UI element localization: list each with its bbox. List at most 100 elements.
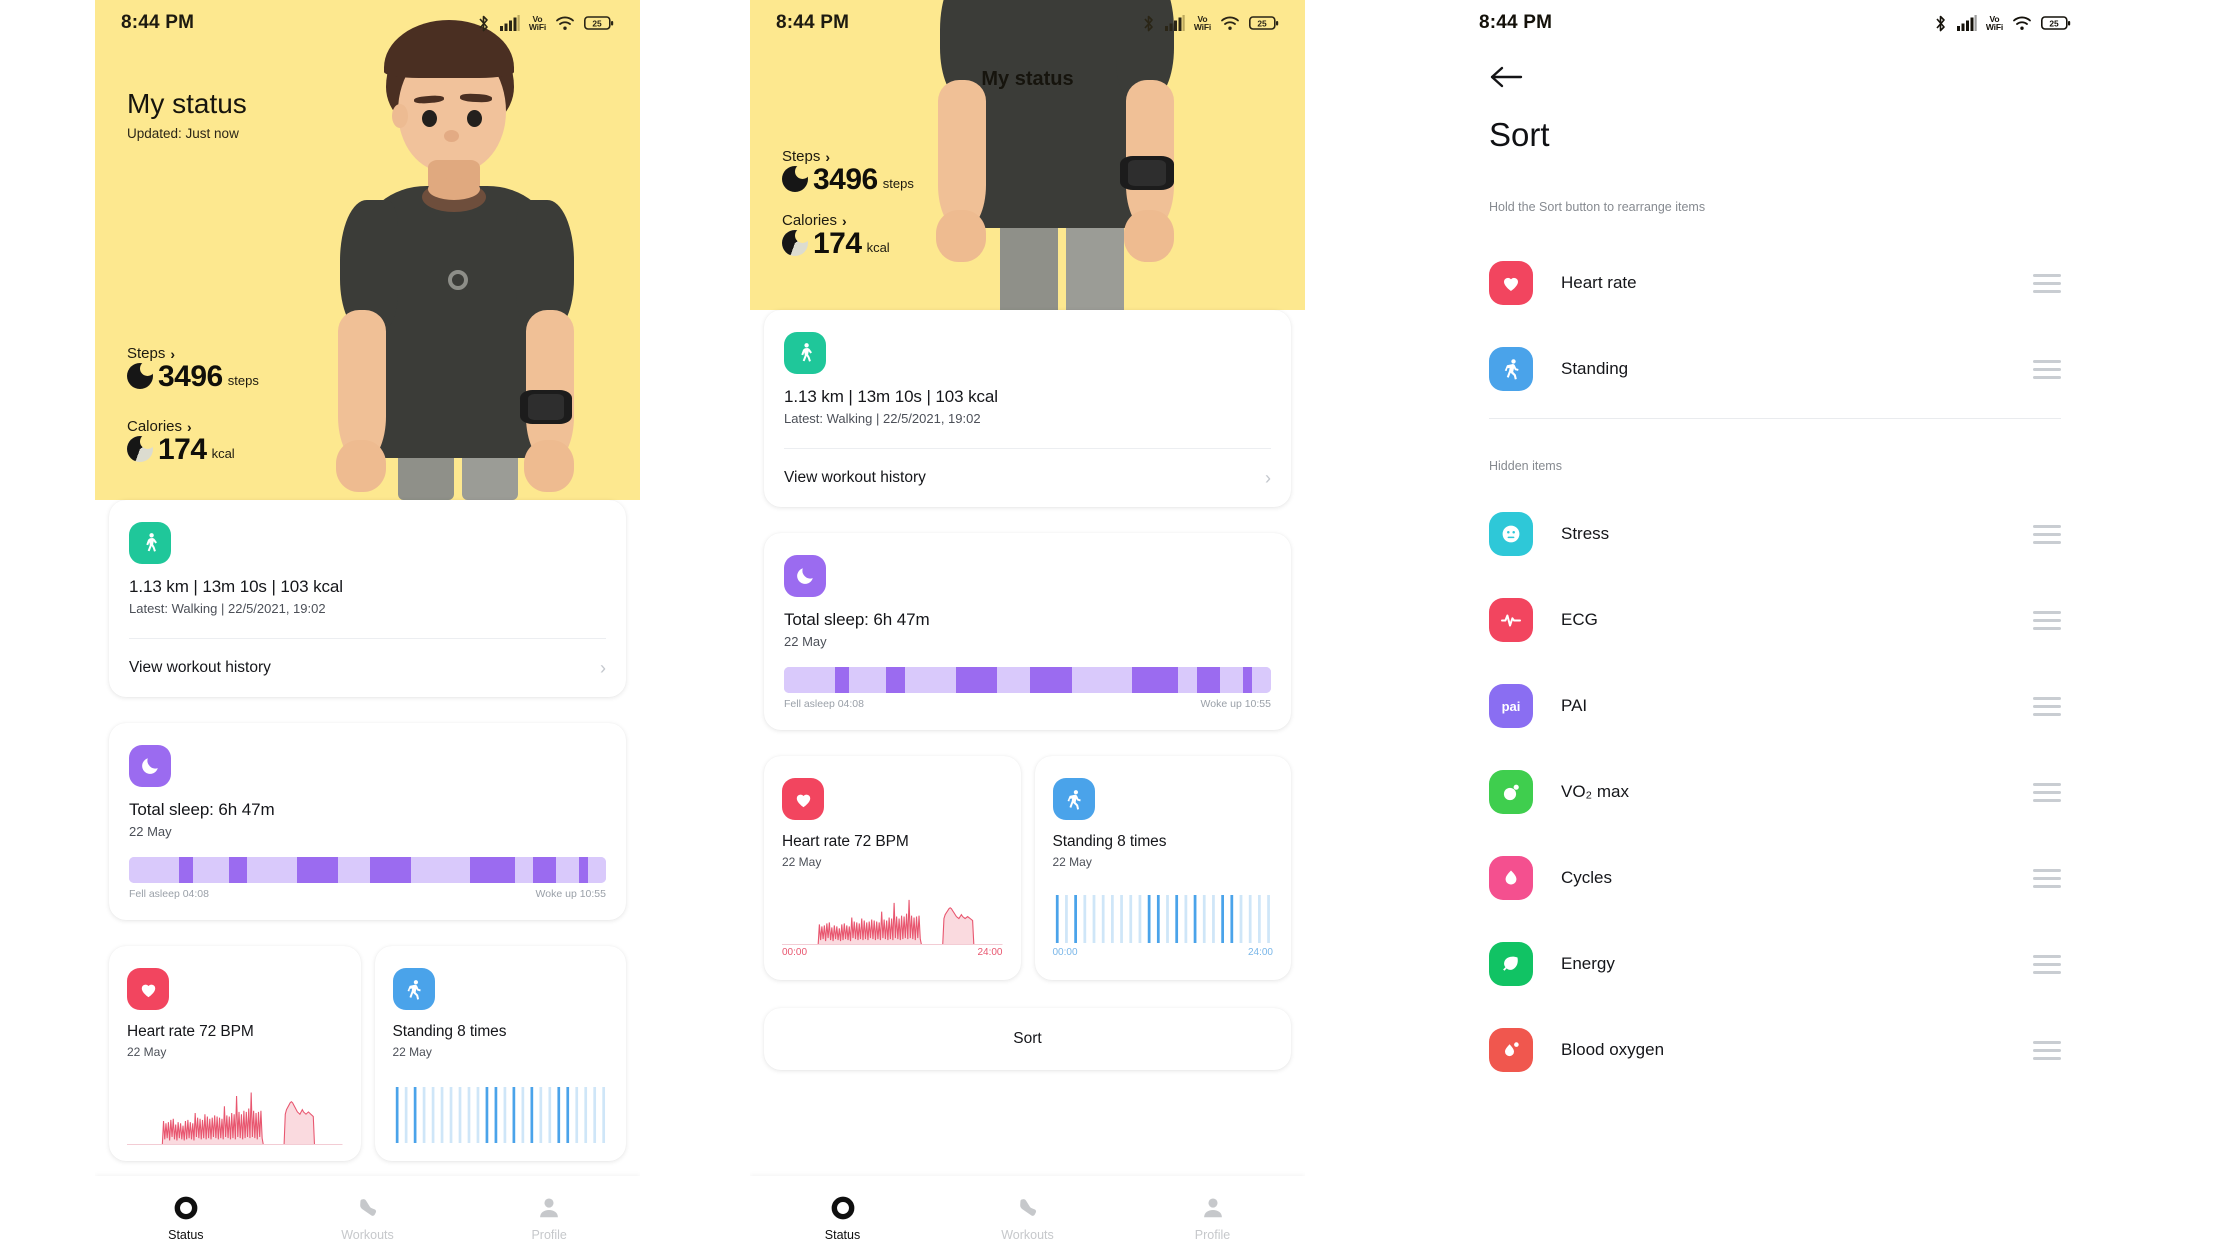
status-card-list: 1.13 km | 13m 10s | 103 kcal Latest: Wal… xyxy=(750,310,1305,1176)
bluetooth-icon xyxy=(1936,15,1945,31)
drag-handle-icon[interactable] xyxy=(2033,524,2061,544)
moon-icon xyxy=(129,745,171,787)
axis-start-label: 00:00 xyxy=(782,947,808,958)
hero-banner-2: 8:44 PM Vo WiFi 25 My status Steps › 349… xyxy=(750,0,1305,328)
standing-card[interactable]: Standing 8 times 22 May 00:00 24:00 xyxy=(1034,756,1291,980)
drag-handle-icon[interactable] xyxy=(2033,610,2061,630)
sleep-segment-deep xyxy=(835,667,849,693)
sort-list: Heart rate Standing Hidden items Stress EC… xyxy=(1489,240,2061,1093)
phone-screen-status: 8:44 PM Vo WiFi 25 My status Updated: Ju… xyxy=(95,0,640,1260)
nav-item-workouts[interactable]: Workouts xyxy=(277,1195,459,1242)
gutter-2-3 xyxy=(1305,0,1455,1260)
sleep-start-label: Fell asleep 04:08 xyxy=(784,698,864,710)
sort-row-label: Energy xyxy=(1561,954,1615,973)
workout-latest: Latest: Walking | 22/5/2021, 19:02 xyxy=(784,411,981,426)
sort-screen: 8:44 PM Vo WiFi 25 Sort Hold the Sort bu… xyxy=(1455,0,2095,1260)
sleep-segment-deep xyxy=(886,667,905,693)
sleep-stage-bar xyxy=(784,667,1271,693)
nav-label-profile: Profile xyxy=(1194,1227,1231,1242)
sort-hint-text: Hold the Sort button to rearrange items xyxy=(1489,200,1706,214)
drag-handle-icon[interactable] xyxy=(2033,696,2061,716)
standing-icon xyxy=(392,968,435,1010)
page-title: My status xyxy=(981,68,1074,90)
standing-value: Standing 8 times xyxy=(392,1023,507,1040)
sleep-stage-bar xyxy=(129,857,606,883)
heart-rate-date: 22 May xyxy=(127,1045,167,1059)
screenshot-stage: 8:44 PM Vo WiFi 25 My status Updated: Ju… xyxy=(0,0,2240,1260)
sort-button[interactable]: Sort xyxy=(764,1008,1291,1070)
nav-item-status[interactable]: Status xyxy=(95,1195,277,1242)
calories-ring-icon xyxy=(782,228,810,256)
metric-steps[interactable]: Steps › 3496 steps xyxy=(127,345,259,392)
nav-item-profile[interactable]: Profile xyxy=(1120,1195,1305,1242)
sort-row-ecg[interactable]: ECG xyxy=(1489,577,2061,663)
standing-axis: 00:00 24:00 xyxy=(1053,947,1274,958)
nav-item-workouts[interactable]: Workouts xyxy=(935,1195,1120,1242)
metric-steps[interactable]: Steps › 3496 steps xyxy=(782,148,914,195)
page-title: Sort xyxy=(1489,116,1550,153)
battery-icon: 25 xyxy=(584,16,614,30)
view-workout-history-link[interactable]: View workout history › xyxy=(129,639,606,697)
sort-row-cycles[interactable]: Cycles xyxy=(1489,835,2061,921)
sleep-segment-deep xyxy=(228,857,248,883)
heart-rate-card[interactable]: Heart rate 72 BPM 22 May 00:00 24:00 xyxy=(764,756,1021,980)
drag-handle-icon[interactable] xyxy=(2033,359,2061,379)
status-card-list: 1.13 km | 13m 10s | 103 kcal Latest: Wal… xyxy=(95,500,640,1176)
sort-row-blood-oxygen[interactable]: Blood oxygen xyxy=(1489,1007,2061,1093)
nav-label-profile: Profile xyxy=(531,1227,567,1242)
hero-banner-1: 8:44 PM Vo WiFi 25 My status Updated: Ju… xyxy=(95,0,640,500)
standing-card[interactable]: Standing 8 times 22 May xyxy=(374,946,626,1161)
sort-row-vo-max[interactable]: VO₂ max xyxy=(1489,749,2061,835)
sort-row-heart-rate[interactable]: Heart rate xyxy=(1489,240,2061,326)
chevron-right-icon: › xyxy=(825,148,831,165)
sort-row-standing[interactable]: Standing xyxy=(1489,326,2061,412)
drag-handle-icon[interactable] xyxy=(2033,273,2061,293)
sleep-segment-deep xyxy=(955,667,998,693)
sleep-date: 22 May xyxy=(784,634,827,649)
shoe-icon xyxy=(359,1198,376,1216)
sort-row-energy[interactable]: Energy xyxy=(1489,921,2061,1007)
sleep-card[interactable]: Total sleep: 6h 47m 22 May Fell asleep 0… xyxy=(109,723,626,920)
workout-card[interactable]: 1.13 km | 13m 10s | 103 kcal Latest: Wal… xyxy=(764,310,1291,507)
metric-calories-value: 174 xyxy=(158,433,207,467)
standing-icon xyxy=(1489,347,1533,391)
heart-rate-card[interactable]: Heart rate 72 BPM 22 May xyxy=(109,946,361,1161)
svg-text:pai: pai xyxy=(1502,699,1521,714)
heart-rate-chart xyxy=(127,1085,343,1145)
standing-date: 22 May xyxy=(1052,855,1092,869)
axis-end-label: 24:00 xyxy=(1247,947,1273,958)
standing-chart xyxy=(393,1085,609,1145)
sleep-segment-deep xyxy=(1243,667,1253,693)
vowifi-icon: Vo WiFi xyxy=(528,13,546,32)
drag-handle-icon[interactable] xyxy=(2033,868,2061,888)
sort-row-label: Blood oxygen xyxy=(1561,1040,1665,1059)
back-arrow-icon[interactable] xyxy=(1489,62,1525,92)
stress-face-icon xyxy=(1489,512,1533,556)
sort-row-stress[interactable]: Stress xyxy=(1489,491,2061,577)
pai-icon: pai xyxy=(1489,684,1533,728)
status-icon-cluster: Vo WiFi 25 xyxy=(476,14,614,33)
drag-handle-icon[interactable] xyxy=(2033,782,2061,802)
sleep-segment-deep xyxy=(578,857,588,883)
metric-steps-unit: steps xyxy=(227,373,259,388)
workout-summary: 1.13 km | 13m 10s | 103 kcal xyxy=(129,577,343,596)
sort-row-pai[interactable]: pai PAI xyxy=(1489,663,2061,749)
sleep-segment-light xyxy=(904,667,956,693)
view-workout-history-link[interactable]: View workout history › xyxy=(784,449,1271,507)
sleep-date: 22 May xyxy=(129,824,172,839)
workout-latest: Latest: Walking | 22/5/2021, 19:02 xyxy=(129,601,326,616)
nav-item-profile[interactable]: Profile xyxy=(458,1195,640,1242)
nav-item-status[interactable]: Status xyxy=(750,1195,935,1242)
nav-label-status: Status xyxy=(168,1227,204,1242)
wifi-icon xyxy=(2013,16,2031,30)
drag-handle-icon[interactable] xyxy=(2033,1040,2061,1060)
metric-calories[interactable]: Calories › 174 kcal xyxy=(127,418,235,467)
workout-card[interactable]: 1.13 km | 13m 10s | 103 kcal Latest: Wal… xyxy=(109,500,626,697)
bluetooth-icon xyxy=(1144,15,1153,31)
sleep-card[interactable]: Total sleep: 6h 47m 22 May Fell asleep 0… xyxy=(764,533,1291,730)
heart-icon xyxy=(782,778,824,820)
drag-handle-icon[interactable] xyxy=(2033,954,2061,974)
metric-calories-unit: kcal xyxy=(866,240,890,255)
metric-calories[interactable]: Calories › 174 kcal xyxy=(782,212,890,259)
person-icon xyxy=(1203,1197,1222,1217)
